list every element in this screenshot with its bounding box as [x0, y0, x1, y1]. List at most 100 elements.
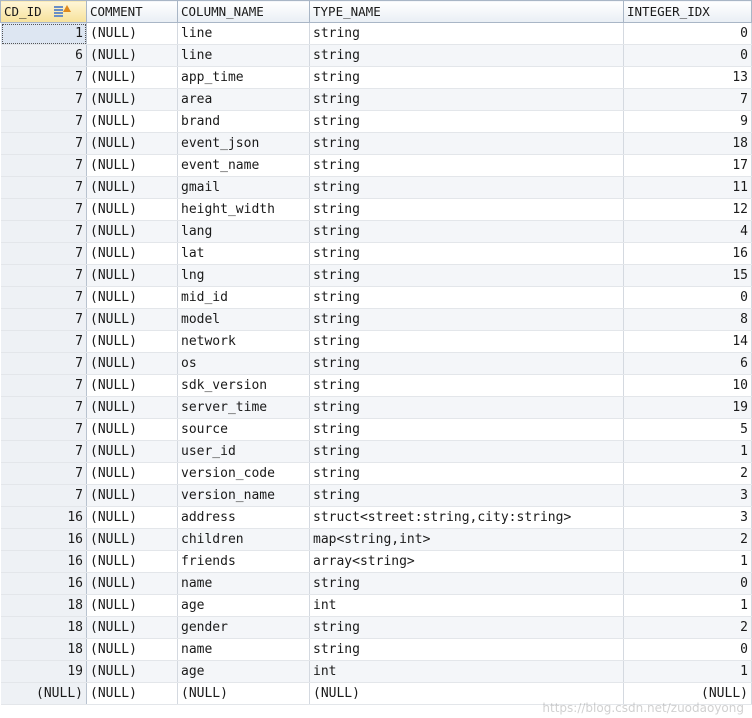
- table-row[interactable]: 7 (NULL) lng string 15: [0, 264, 752, 287]
- cell-integer-idx[interactable]: 16: [623, 242, 752, 265]
- cell-cd-id[interactable]: 18: [0, 594, 87, 617]
- cell-integer-idx[interactable]: 4: [623, 220, 752, 243]
- cell-cd-id[interactable]: 7: [0, 462, 87, 485]
- cell-type-name[interactable]: string: [309, 220, 624, 243]
- cell-comment[interactable]: (NULL): [86, 374, 178, 397]
- cell-integer-idx[interactable]: 3: [623, 484, 752, 507]
- cell-type-name[interactable]: string: [309, 462, 624, 485]
- table-row[interactable]: 7 (NULL) event_json string 18: [0, 132, 752, 155]
- cell-integer-idx[interactable]: 5: [623, 418, 752, 441]
- table-row[interactable]: 18 (NULL) age int 1: [0, 594, 752, 617]
- cell-column-name[interactable]: lang: [177, 220, 310, 243]
- cell-comment[interactable]: (NULL): [86, 308, 178, 331]
- cell-cd-id[interactable]: 16: [0, 506, 87, 529]
- cell-type-name[interactable]: (NULL): [309, 682, 624, 705]
- table-row[interactable]: 7 (NULL) version_name string 3: [0, 484, 752, 507]
- cell-cd-id[interactable]: (NULL): [0, 682, 87, 705]
- cell-column-name[interactable]: friends: [177, 550, 310, 573]
- cell-integer-idx[interactable]: 9: [623, 110, 752, 133]
- cell-integer-idx[interactable]: 19: [623, 396, 752, 419]
- cell-cd-id[interactable]: 7: [0, 418, 87, 441]
- cell-comment[interactable]: (NULL): [86, 616, 178, 639]
- cell-integer-idx[interactable]: 0: [623, 572, 752, 595]
- table-row[interactable]: 7 (NULL) model string 8: [0, 308, 752, 331]
- cell-cd-id[interactable]: 7: [0, 154, 87, 177]
- cell-column-name[interactable]: brand: [177, 110, 310, 133]
- table-row[interactable]: 16 (NULL) name string 0: [0, 572, 752, 595]
- cell-comment[interactable]: (NULL): [86, 682, 178, 705]
- cell-column-name[interactable]: sdk_version: [177, 374, 310, 397]
- cell-column-name[interactable]: app_time: [177, 66, 310, 89]
- cell-column-name[interactable]: event_name: [177, 154, 310, 177]
- cell-comment[interactable]: (NULL): [86, 198, 178, 221]
- cell-cd-id[interactable]: 18: [0, 616, 87, 639]
- table-row[interactable]: 19 (NULL) age int 1: [0, 660, 752, 683]
- cell-integer-idx[interactable]: 10: [623, 374, 752, 397]
- table-row[interactable]: 7 (NULL) version_code string 2: [0, 462, 752, 485]
- table-row[interactable]: 7 (NULL) app_time string 13: [0, 66, 752, 89]
- cell-column-name[interactable]: os: [177, 352, 310, 375]
- cell-comment[interactable]: (NULL): [86, 330, 178, 353]
- cell-comment[interactable]: (NULL): [86, 220, 178, 243]
- table-row[interactable]: 7 (NULL) sdk_version string 10: [0, 374, 752, 397]
- table-row[interactable]: 7 (NULL) lat string 16: [0, 242, 752, 265]
- cell-integer-idx[interactable]: 0: [623, 22, 752, 45]
- cell-type-name[interactable]: string: [309, 418, 624, 441]
- table-row[interactable]: 7 (NULL) mid_id string 0: [0, 286, 752, 309]
- cell-integer-idx[interactable]: 1: [623, 440, 752, 463]
- cell-cd-id[interactable]: 7: [0, 220, 87, 243]
- cell-type-name[interactable]: string: [309, 286, 624, 309]
- cell-column-name[interactable]: network: [177, 330, 310, 353]
- cell-column-name[interactable]: (NULL): [177, 682, 310, 705]
- table-row[interactable]: 6 (NULL) line string 0: [0, 44, 752, 67]
- cell-type-name[interactable]: string: [309, 572, 624, 595]
- cell-column-name[interactable]: area: [177, 88, 310, 111]
- cell-cd-id[interactable]: 7: [0, 286, 87, 309]
- cell-integer-idx[interactable]: 7: [623, 88, 752, 111]
- cell-type-name[interactable]: map<string,int>: [309, 528, 624, 551]
- cell-cd-id[interactable]: 16: [0, 550, 87, 573]
- cell-integer-idx[interactable]: 0: [623, 44, 752, 67]
- cell-cd-id[interactable]: 7: [0, 396, 87, 419]
- cell-column-name[interactable]: address: [177, 506, 310, 529]
- cell-comment[interactable]: (NULL): [86, 88, 178, 111]
- cell-type-name[interactable]: string: [309, 352, 624, 375]
- cell-integer-idx[interactable]: 1: [623, 550, 752, 573]
- cell-column-name[interactable]: age: [177, 594, 310, 617]
- cell-type-name[interactable]: string: [309, 66, 624, 89]
- cell-column-name[interactable]: user_id: [177, 440, 310, 463]
- cell-integer-idx[interactable]: (NULL): [623, 682, 752, 705]
- cell-column-name[interactable]: gmail: [177, 176, 310, 199]
- cell-comment[interactable]: (NULL): [86, 352, 178, 375]
- cell-type-name[interactable]: string: [309, 44, 624, 67]
- table-row[interactable]: 7 (NULL) os string 6: [0, 352, 752, 375]
- cell-type-name[interactable]: string: [309, 374, 624, 397]
- sort-ascending-icon[interactable]: [53, 5, 71, 18]
- cell-cd-id[interactable]: 7: [0, 176, 87, 199]
- table-row[interactable]: 7 (NULL) area string 7: [0, 88, 752, 111]
- table-row[interactable]: 7 (NULL) event_name string 17: [0, 154, 752, 177]
- cell-column-name[interactable]: version_code: [177, 462, 310, 485]
- cell-type-name[interactable]: string: [309, 88, 624, 111]
- cell-type-name[interactable]: string: [309, 110, 624, 133]
- cell-column-name[interactable]: line: [177, 22, 310, 45]
- table-row[interactable]: 16 (NULL) address struct<street:string,city…: [0, 506, 752, 529]
- cell-type-name[interactable]: string: [309, 484, 624, 507]
- cell-comment[interactable]: (NULL): [86, 22, 178, 45]
- table-row[interactable]: 7 (NULL) gmail string 11: [0, 176, 752, 199]
- cell-cd-id[interactable]: 7: [0, 242, 87, 265]
- cell-type-name[interactable]: string: [309, 264, 624, 287]
- cell-comment[interactable]: (NULL): [86, 242, 178, 265]
- cell-column-name[interactable]: lat: [177, 242, 310, 265]
- cell-column-name[interactable]: line: [177, 44, 310, 67]
- cell-column-name[interactable]: mid_id: [177, 286, 310, 309]
- column-header-integer-idx[interactable]: INTEGER_IDX: [623, 0, 752, 23]
- cell-integer-idx[interactable]: 2: [623, 616, 752, 639]
- cell-column-name[interactable]: age: [177, 660, 310, 683]
- cell-integer-idx[interactable]: 0: [623, 286, 752, 309]
- cell-integer-idx[interactable]: 11: [623, 176, 752, 199]
- cell-column-name[interactable]: source: [177, 418, 310, 441]
- table-row[interactable]: 7 (NULL) network string 14: [0, 330, 752, 353]
- cell-comment[interactable]: (NULL): [86, 418, 178, 441]
- cell-type-name[interactable]: string: [309, 176, 624, 199]
